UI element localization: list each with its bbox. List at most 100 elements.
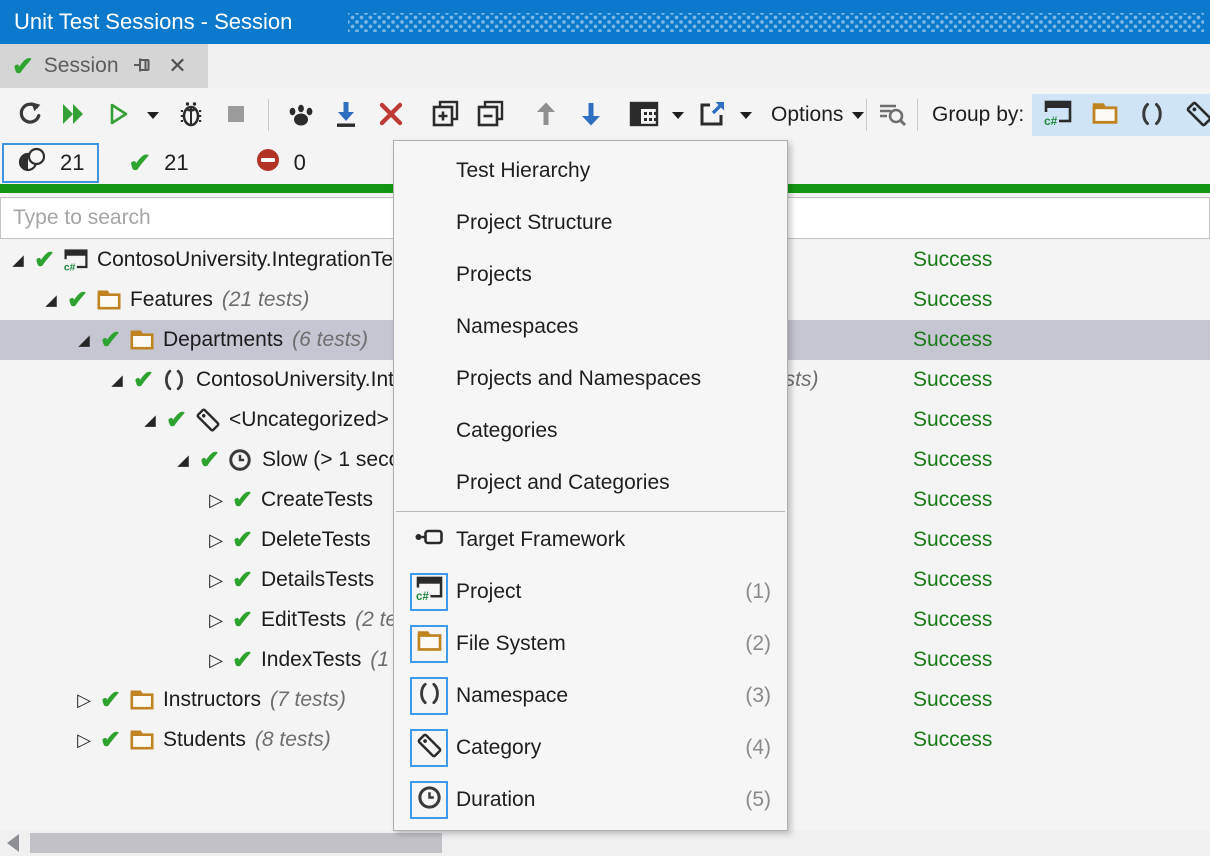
- toolbar-separator: [866, 99, 867, 131]
- run-all-tests-button[interactable]: [55, 95, 93, 135]
- status-text: Success: [913, 648, 992, 672]
- menu-item-group-category[interactable]: Category (4): [394, 722, 787, 774]
- export-icon: [698, 100, 726, 131]
- status-counters: 21 ✔ 21 0: [0, 142, 319, 184]
- success-check-icon: ✔: [232, 528, 253, 553]
- horizontal-scrollbar[interactable]: [0, 830, 1210, 856]
- menu-item-group-namespace[interactable]: Namespace (3): [394, 670, 787, 722]
- stop-button[interactable]: [217, 95, 255, 135]
- expanded-twisty-icon[interactable]: ◢: [41, 291, 61, 309]
- node-label: CreateTests: [261, 488, 373, 512]
- status-text: Success: [913, 328, 992, 352]
- debug-tests-button[interactable]: [172, 95, 210, 135]
- expand-all-button[interactable]: [427, 95, 465, 135]
- group-by-category-toggle[interactable]: [1183, 95, 1210, 135]
- status-text: Success: [913, 288, 992, 312]
- tab-session[interactable]: ✔ Session ✕: [0, 44, 208, 88]
- expanded-twisty-icon[interactable]: ◢: [107, 371, 127, 389]
- menu-item-projects-and-namespaces[interactable]: Projects and Namespaces: [394, 353, 787, 405]
- group-by-toggle-set: c#: [1032, 94, 1210, 136]
- svg-text:c#: c#: [1044, 114, 1058, 127]
- expanded-twisty-icon[interactable]: ◢: [8, 251, 28, 269]
- refresh-button[interactable]: [10, 95, 48, 135]
- paw-icon: [286, 100, 316, 131]
- export-button[interactable]: [693, 95, 731, 135]
- total-tests-counter[interactable]: 21: [2, 143, 99, 183]
- menu-item-group-file-system[interactable]: File System (2): [394, 618, 787, 670]
- filter-results-button[interactable]: [873, 95, 911, 135]
- tab-session-label: Session: [44, 54, 119, 78]
- previous-test-button[interactable]: [527, 95, 565, 135]
- node-label: ContosoUniversity.IntegrationTests: [97, 248, 420, 272]
- passed-tests-counter[interactable]: ✔ 21: [115, 143, 201, 183]
- failed-tests-counter[interactable]: 0: [242, 143, 319, 183]
- target-framework-icon: [414, 528, 444, 552]
- collapsed-twisty-icon[interactable]: ▷: [74, 730, 94, 751]
- menu-item-target-framework[interactable]: Target Framework: [394, 514, 787, 566]
- session-status-check-icon: ✔: [12, 53, 34, 79]
- titlebar-drag-grip[interactable]: [348, 13, 1204, 32]
- next-test-button[interactable]: [572, 95, 610, 135]
- remove-tests-button[interactable]: [372, 95, 410, 135]
- menu-item-projects[interactable]: Projects: [394, 249, 787, 301]
- duration-clock-icon: [228, 448, 254, 472]
- node-label: Students: [163, 728, 246, 752]
- collapsed-twisty-icon[interactable]: ▷: [206, 530, 226, 551]
- node-label: EditTests: [261, 608, 346, 632]
- pin-tab-button[interactable]: [129, 53, 155, 79]
- menu-item-project-and-categories[interactable]: Project and Categories: [394, 457, 787, 509]
- cover-tests-button[interactable]: [282, 95, 320, 135]
- expanded-twisty-icon[interactable]: ◢: [173, 451, 193, 469]
- folder-icon: [96, 288, 122, 312]
- total-tests-icon: [17, 147, 47, 179]
- checked-icon-box: [410, 625, 448, 663]
- namespace-icon: [1139, 101, 1165, 130]
- group-by-namespace-toggle[interactable]: [1136, 95, 1168, 135]
- menu-item-test-hierarchy[interactable]: Test Hierarchy: [394, 145, 787, 197]
- grid-view-button[interactable]: [625, 95, 663, 135]
- run-tests-button[interactable]: [100, 95, 138, 135]
- options-button[interactable]: Options: [767, 95, 868, 135]
- collapsed-twisty-icon[interactable]: ▷: [206, 650, 226, 671]
- remove-x-icon: [378, 101, 404, 130]
- expanded-twisty-icon[interactable]: ◢: [74, 331, 94, 349]
- close-tab-button[interactable]: ✕: [165, 53, 191, 79]
- scroll-left-arrow-icon[interactable]: [7, 834, 19, 852]
- folder-icon: [416, 629, 443, 659]
- menu-item-namespaces[interactable]: Namespaces: [394, 301, 787, 353]
- success-check-icon: ✔: [232, 648, 253, 673]
- csharp-project-icon: c#: [415, 576, 444, 608]
- group-by-project-toggle[interactable]: c#: [1042, 95, 1074, 135]
- menu-item-group-duration[interactable]: Duration (5): [394, 774, 787, 826]
- success-check-icon: ✔: [133, 368, 154, 393]
- stop-icon: [224, 102, 248, 129]
- menu-item-group-project[interactable]: c# Project (1): [394, 566, 787, 618]
- category-tag-icon: [195, 407, 221, 433]
- close-icon: ✕: [168, 53, 186, 79]
- category-tag-icon: [416, 732, 443, 765]
- collapsed-twisty-icon[interactable]: ▷: [206, 490, 226, 511]
- collapsed-twisty-icon[interactable]: ▷: [206, 610, 226, 631]
- status-text: Success: [913, 528, 992, 552]
- checked-icon-box: [410, 729, 448, 767]
- horizontal-scrollbar-thumb[interactable]: [30, 833, 442, 853]
- toolbar-separator: [917, 99, 918, 131]
- folder-icon: [129, 328, 155, 352]
- group-by-file-system-toggle[interactable]: [1089, 95, 1121, 135]
- grid-view-dropdown-button[interactable]: [670, 95, 686, 135]
- toolbar-separator: [268, 99, 269, 131]
- run-dropdown-button[interactable]: [145, 95, 161, 135]
- pin-icon: [132, 55, 152, 78]
- export-dropdown-button[interactable]: [738, 95, 754, 135]
- passed-check-icon: ✔: [128, 148, 151, 179]
- menu-item-project-structure[interactable]: Project Structure: [394, 197, 787, 249]
- toolbar-right-cluster: Group by: c#: [860, 88, 1210, 142]
- import-results-button[interactable]: [327, 95, 365, 135]
- duration-clock-icon: [417, 785, 442, 816]
- collapse-all-button[interactable]: [472, 95, 510, 135]
- status-text: Success: [913, 568, 992, 592]
- expanded-twisty-icon[interactable]: ◢: [140, 411, 160, 429]
- collapsed-twisty-icon[interactable]: ▷: [206, 570, 226, 591]
- collapsed-twisty-icon[interactable]: ▷: [74, 690, 94, 711]
- menu-item-categories[interactable]: Categories: [394, 405, 787, 457]
